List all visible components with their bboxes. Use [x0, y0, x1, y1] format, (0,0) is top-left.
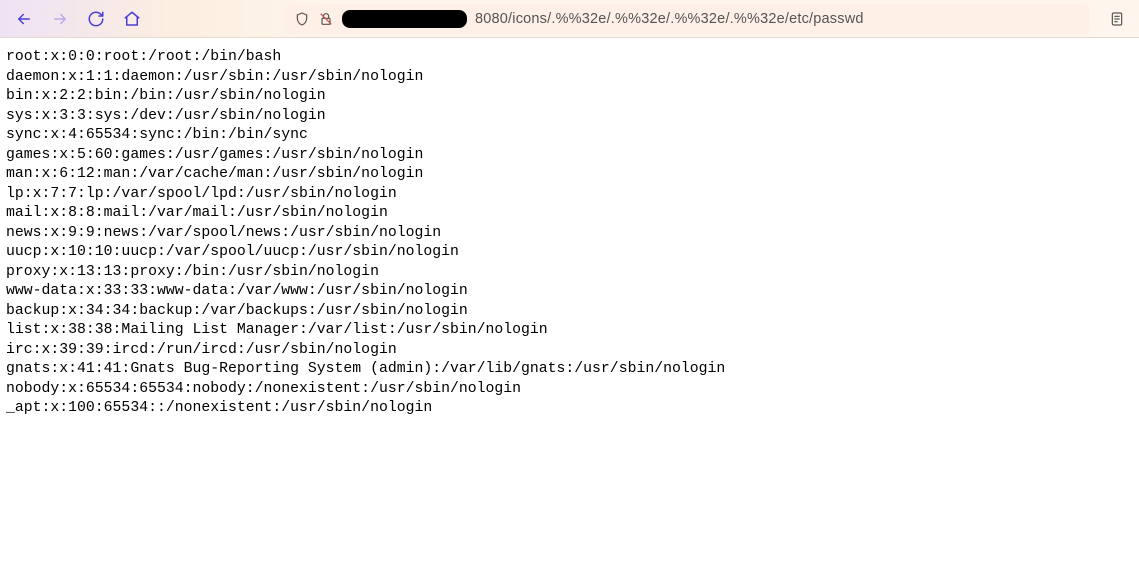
back-button[interactable]: [8, 3, 40, 35]
url-redacted-section: [342, 10, 467, 28]
arrow-left-icon: [15, 10, 33, 28]
reader-mode-button[interactable]: [1103, 5, 1131, 33]
page-content: root:x:0:0:root:/root:/bin/bash daemon:x…: [0, 38, 1139, 429]
toolbar-right-group: [1103, 5, 1131, 33]
arrow-right-icon: [51, 10, 69, 28]
url-text: 8080/icons/.%%32e/.%%32e/.%%32e/.%%32e/e…: [475, 11, 864, 27]
browser-toolbar: 8080/icons/.%%32e/.%%32e/.%%32e/.%%32e/e…: [0, 0, 1139, 38]
forward-button[interactable]: [44, 3, 76, 35]
home-button[interactable]: [116, 3, 148, 35]
reload-icon: [87, 10, 105, 28]
reload-button[interactable]: [80, 3, 112, 35]
lock-insecure-icon[interactable]: [318, 11, 334, 27]
url-bar[interactable]: 8080/icons/.%%32e/.%%32e/.%%32e/.%%32e/e…: [284, 4, 1089, 34]
url-bar-icons: [294, 11, 334, 27]
home-icon: [123, 10, 141, 28]
nav-button-group: [8, 3, 148, 35]
document-icon: [1109, 11, 1125, 27]
shield-icon[interactable]: [294, 11, 310, 27]
